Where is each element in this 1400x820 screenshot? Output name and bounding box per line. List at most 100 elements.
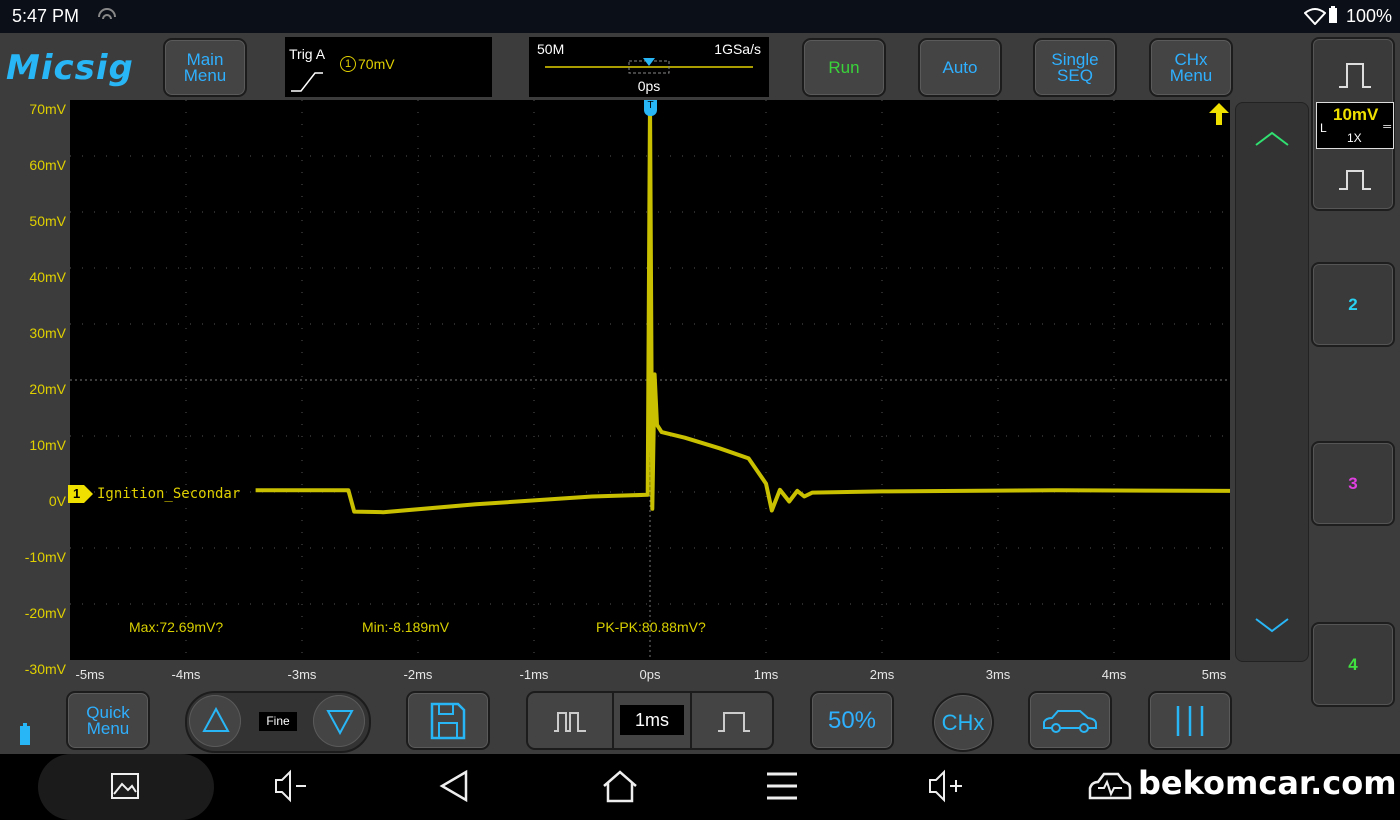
y-tick-label: 20mV (29, 381, 66, 397)
ch1-waveform-trace (255, 98, 1231, 515)
dc-coupling-icon: ═ (1383, 121, 1391, 133)
watermark-text: bekomcar.com (1138, 764, 1397, 802)
y-tick-label: -30mV (24, 661, 66, 677)
x-tick-label: -4ms (171, 667, 201, 682)
time-offset: 0ps (637, 78, 661, 94)
trigger-level-arrow-icon[interactable] (1209, 103, 1229, 130)
x-tick-label: 5ms (1201, 667, 1227, 682)
save-icon (430, 702, 466, 739)
ch1-ground-marker[interactable]: 1 (68, 485, 94, 508)
fifty-percent-button[interactable]: 50% (810, 691, 894, 750)
auto-mode-button[interactable] (1028, 691, 1112, 750)
ch2-button[interactable]: 2 (1311, 262, 1395, 347)
measurement-pkpk: PK-PK:80.88mV? (596, 619, 706, 635)
measurement-min: Min:-8.189mV (362, 619, 450, 635)
battery-icon (1328, 6, 1338, 29)
volume-down-icon[interactable] (272, 768, 312, 804)
run-button[interactable]: Run (802, 38, 886, 97)
menu-icon[interactable] (763, 768, 803, 804)
wide-pulse-icon (718, 712, 750, 732)
ch1-probe: 1X (1347, 131, 1362, 145)
ch1-scale-box[interactable]: 10mV L 1X ═ (1316, 102, 1394, 149)
micsig-logo: Micsig (6, 48, 134, 88)
scroll-up-icon[interactable] (1254, 131, 1290, 152)
ch1-scale: 10mV (1333, 105, 1379, 124)
single-seq-button[interactable]: Single SEQ (1033, 38, 1117, 97)
x-tick-label: -1ms (519, 667, 549, 682)
y-tick-label: 10mV (29, 437, 66, 453)
fine-toggle[interactable]: Fine (259, 712, 297, 731)
narrow-pulse-icon (554, 712, 586, 732)
ch1-panel[interactable]: 10mV L 1X ═ (1311, 37, 1395, 211)
wifi-icon (1303, 7, 1327, 30)
trigger-info-panel[interactable]: Trig A 1 70mV (285, 37, 492, 97)
trig-level: 70mV (358, 56, 395, 72)
x-tick-label: 0ps (639, 667, 661, 682)
auto-button[interactable]: Auto (918, 38, 1002, 97)
timebase-slower-button[interactable] (690, 693, 774, 748)
y-tick-label: 30mV (29, 325, 66, 341)
x-tick-label: 4ms (1101, 667, 1127, 682)
x-tick-label: -2ms (403, 667, 433, 682)
y-tick-label: -10mV (24, 549, 66, 565)
timebase-info-panel[interactable]: 50M 1GSa/s 0ps (529, 37, 769, 97)
trace-label: Ignition_Secondar (97, 486, 241, 502)
rising-edge-icon (289, 69, 325, 96)
ch1-marker-label: 1 (73, 486, 81, 501)
status-time: 5:47 PM (12, 6, 80, 26)
y-tick-label: 70mV (29, 101, 66, 117)
triangle-up-icon (202, 707, 230, 732)
waveform-svg (70, 98, 1231, 660)
cursor-lines-icon (1176, 705, 1204, 736)
measurement-max: Max:72.69mV? (129, 619, 224, 635)
battery-percent: 100% (1345, 6, 1392, 26)
pulse-icon (1337, 61, 1373, 94)
y-tick-label: -20mV (24, 605, 66, 621)
battery-status-icon (18, 722, 32, 751)
y-tick-label: 0V (48, 493, 66, 509)
adjust-down-button[interactable] (313, 695, 365, 747)
x-tick-label: 1ms (753, 667, 779, 682)
timebase-value[interactable]: 1ms (620, 705, 684, 735)
bekomcar-logo-icon (1088, 772, 1132, 800)
triangle-down-icon (326, 710, 354, 735)
ch3-label: 3 (1348, 473, 1358, 493)
main-menu-button[interactable]: Main Menu (163, 38, 247, 97)
cursor-button[interactable] (1148, 691, 1232, 750)
y-tick-label: 40mV (29, 269, 66, 285)
volume-up-icon[interactable] (926, 768, 966, 804)
screenshot-icon (111, 773, 139, 799)
trig-label: Trig A (289, 46, 326, 62)
android-status-bar: 5:47 PM 100% (0, 0, 1400, 33)
x-tick-label: 3ms (985, 667, 1011, 682)
adjust-up-button[interactable] (189, 695, 241, 747)
ch1-coupling: L (1320, 121, 1327, 135)
chx-menu-button[interactable]: CHx Menu (1149, 38, 1233, 97)
x-tick-label: -5ms (75, 667, 105, 682)
home-icon[interactable] (600, 768, 640, 804)
fine-adjust-control[interactable]: Fine (185, 691, 371, 753)
ch3-button[interactable]: 3 (1311, 441, 1395, 526)
x-tick-label: -3ms (287, 667, 317, 682)
y-tick-label: 60mV (29, 157, 66, 173)
memory-depth: 50M (537, 41, 565, 57)
screenshot-pill[interactable] (38, 754, 214, 820)
car-icon (1043, 709, 1097, 733)
y-tick-label: 50mV (29, 213, 66, 229)
x-tick-label: 2ms (869, 667, 895, 682)
trig-channel-badge: 1 (340, 56, 356, 72)
scroll-panel[interactable] (1235, 102, 1309, 662)
back-icon[interactable] (436, 768, 476, 804)
ch2-label: 2 (1348, 294, 1358, 314)
chx-button[interactable]: CHx (932, 693, 994, 752)
scroll-down-icon[interactable] (1254, 617, 1290, 638)
ch4-button[interactable]: 4 (1311, 622, 1395, 707)
trigger-time-marker[interactable]: T (644, 100, 657, 116)
timebase-control[interactable]: 1ms (526, 691, 774, 750)
waveform-display[interactable] (70, 98, 1231, 660)
save-button[interactable] (406, 691, 490, 750)
ch4-label: 4 (1348, 654, 1358, 674)
pulse-small-icon (1337, 167, 1373, 196)
quick-menu-button[interactable]: Quick Menu (66, 691, 150, 750)
timebase-faster-button[interactable] (528, 693, 614, 748)
